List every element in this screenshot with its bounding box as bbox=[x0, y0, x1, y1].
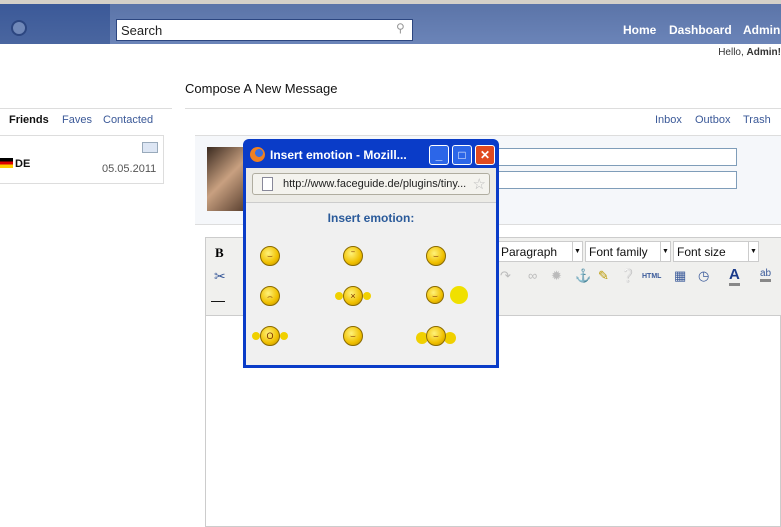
page-title: Compose A New Message bbox=[185, 81, 338, 96]
anchor-icon[interactable]: ⚓ bbox=[575, 268, 591, 284]
greeting-user[interactable]: Admin! bbox=[747, 47, 781, 58]
globe-icon[interactable] bbox=[11, 20, 27, 36]
minimize-icon[interactable]: _ bbox=[429, 145, 449, 165]
highlight-color-icon[interactable]: ab bbox=[760, 268, 772, 282]
url-bar[interactable]: http://www.faceguide.de/plugins/tiny... … bbox=[252, 173, 490, 195]
maximize-icon[interactable]: □ bbox=[452, 145, 472, 165]
window-body: http://www.faceguide.de/plugins/tiny... … bbox=[246, 168, 496, 365]
url-text: http://www.faceguide.de/plugins/tiny... bbox=[283, 178, 467, 190]
bold-button[interactable]: B bbox=[215, 245, 224, 261]
greeting: Hello, Admin! bbox=[718, 47, 781, 58]
page-icon bbox=[262, 177, 273, 191]
horizontal-rule-icon[interactable]: — bbox=[211, 292, 225, 308]
tab-faves[interactable]: Faves bbox=[62, 114, 92, 126]
format-select[interactable]: Paragraph ▼ bbox=[497, 241, 583, 262]
font-size-select[interactable]: Font size ▼ bbox=[673, 241, 759, 262]
nav-dashboard[interactable]: Dashboard bbox=[669, 23, 732, 37]
mail-icon[interactable] bbox=[142, 142, 158, 153]
format-value: Paragraph bbox=[501, 245, 558, 259]
help-icon[interactable]: ❔ bbox=[620, 268, 636, 284]
star-icon[interactable]: ☆ bbox=[472, 175, 486, 193]
emoticon-rock-on[interactable]: ⌢ bbox=[260, 286, 280, 306]
avatar bbox=[207, 147, 245, 211]
emoticon-tongue-out[interactable]: ⌣ bbox=[343, 326, 363, 346]
text-color-icon[interactable]: A bbox=[729, 266, 740, 286]
divider bbox=[0, 108, 172, 109]
time-icon[interactable]: ◷ bbox=[698, 268, 709, 284]
link-icon[interactable]: ∞ bbox=[528, 268, 537, 283]
emoticon-cheering[interactable]: × bbox=[343, 286, 363, 306]
window-title: Insert emotion - Mozill... bbox=[270, 148, 407, 162]
tab-friends[interactable]: Friends bbox=[9, 114, 49, 126]
emoticon-wink-pair[interactable]: ⌣ bbox=[426, 286, 444, 304]
insert-emotion-window: Insert emotion - Mozill... _ □ ✕ http://… bbox=[243, 139, 499, 368]
search-input[interactable]: Search bbox=[116, 19, 413, 41]
trash-link[interactable]: Trash bbox=[743, 114, 771, 126]
font-family-select[interactable]: Font family ▼ bbox=[585, 241, 671, 262]
emoticon-crying[interactable]: ‾ bbox=[343, 246, 363, 266]
recipient-field[interactable] bbox=[497, 148, 737, 166]
chevron-down-icon: ▼ bbox=[572, 242, 582, 261]
emotion-heading: Insert emotion: bbox=[327, 211, 415, 225]
unlink-icon[interactable]: ✹ bbox=[551, 268, 562, 284]
font-size-value: Font size bbox=[677, 245, 726, 259]
friend-country: DE bbox=[15, 158, 31, 170]
emotion-panel: Insert emotion: ⌣ ‾ ⌣ ⌢ × ⌣ O ⌣ ⌣ bbox=[246, 202, 496, 365]
emoticon-angel[interactable]: ⌣ bbox=[426, 326, 446, 346]
emoticon-laughing[interactable]: ⌣ bbox=[260, 246, 280, 266]
chevron-down-icon: ▼ bbox=[748, 242, 758, 261]
greeting-prefix: Hello, bbox=[718, 47, 747, 58]
html-icon[interactable]: HTML bbox=[642, 273, 661, 280]
search-icon[interactable]: ⚲ bbox=[396, 21, 405, 35]
nav-admin[interactable]: Admin bbox=[743, 23, 780, 37]
emoticon-shouting[interactable]: O bbox=[260, 326, 280, 346]
window-titlebar[interactable]: Insert emotion - Mozill... _ □ ✕ bbox=[246, 142, 496, 168]
german-flag-icon bbox=[0, 158, 13, 168]
redo-icon[interactable]: ↷ bbox=[500, 268, 511, 284]
nav-home[interactable]: Home bbox=[623, 23, 656, 37]
friend-card[interactable]: DE 05.05.2011 bbox=[0, 135, 164, 184]
emoticon-grinning[interactable]: ⌣ bbox=[426, 246, 446, 266]
cleanup-icon[interactable]: ✎ bbox=[598, 268, 609, 284]
subject-field[interactable] bbox=[497, 171, 737, 189]
font-family-value: Font family bbox=[589, 245, 648, 259]
tab-contacted[interactable]: Contacted bbox=[103, 114, 153, 126]
firefox-icon bbox=[250, 147, 265, 162]
chevron-down-icon: ▼ bbox=[660, 242, 670, 261]
inbox-link[interactable]: Inbox bbox=[655, 114, 682, 126]
close-icon[interactable]: ✕ bbox=[475, 145, 495, 165]
date-icon[interactable]: ▦ bbox=[674, 268, 686, 284]
divider bbox=[185, 108, 781, 109]
outbox-link[interactable]: Outbox bbox=[695, 114, 730, 126]
cut-icon[interactable]: ✂ bbox=[214, 268, 226, 285]
friend-date: 05.05.2011 bbox=[102, 163, 157, 175]
